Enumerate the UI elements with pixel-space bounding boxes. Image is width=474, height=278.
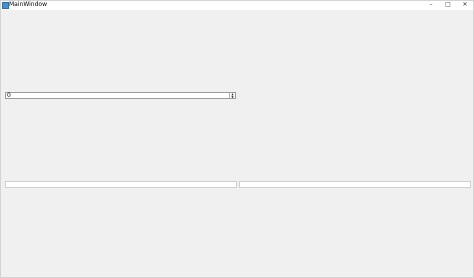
right-text-field[interactable]	[239, 181, 471, 188]
spin-box-arrows: ▲ ▼	[229, 93, 235, 99]
main-window: MainWindow – □ ✕ 0 ▲ ▼	[0, 0, 474, 278]
spin-box[interactable]: 0 ▲ ▼	[5, 92, 236, 99]
window-title: MainWindow	[9, 1, 47, 8]
app-icon	[2, 2, 9, 9]
title-bar: MainWindow – □ ✕	[1, 1, 473, 10]
spin-box-value[interactable]: 0	[7, 93, 11, 99]
maximize-button[interactable]: □	[440, 1, 456, 10]
left-text-field[interactable]	[5, 181, 237, 188]
minimize-button[interactable]: –	[423, 1, 439, 10]
close-button[interactable]: ✕	[457, 1, 473, 10]
spin-down-icon[interactable]: ▼	[230, 96, 235, 99]
